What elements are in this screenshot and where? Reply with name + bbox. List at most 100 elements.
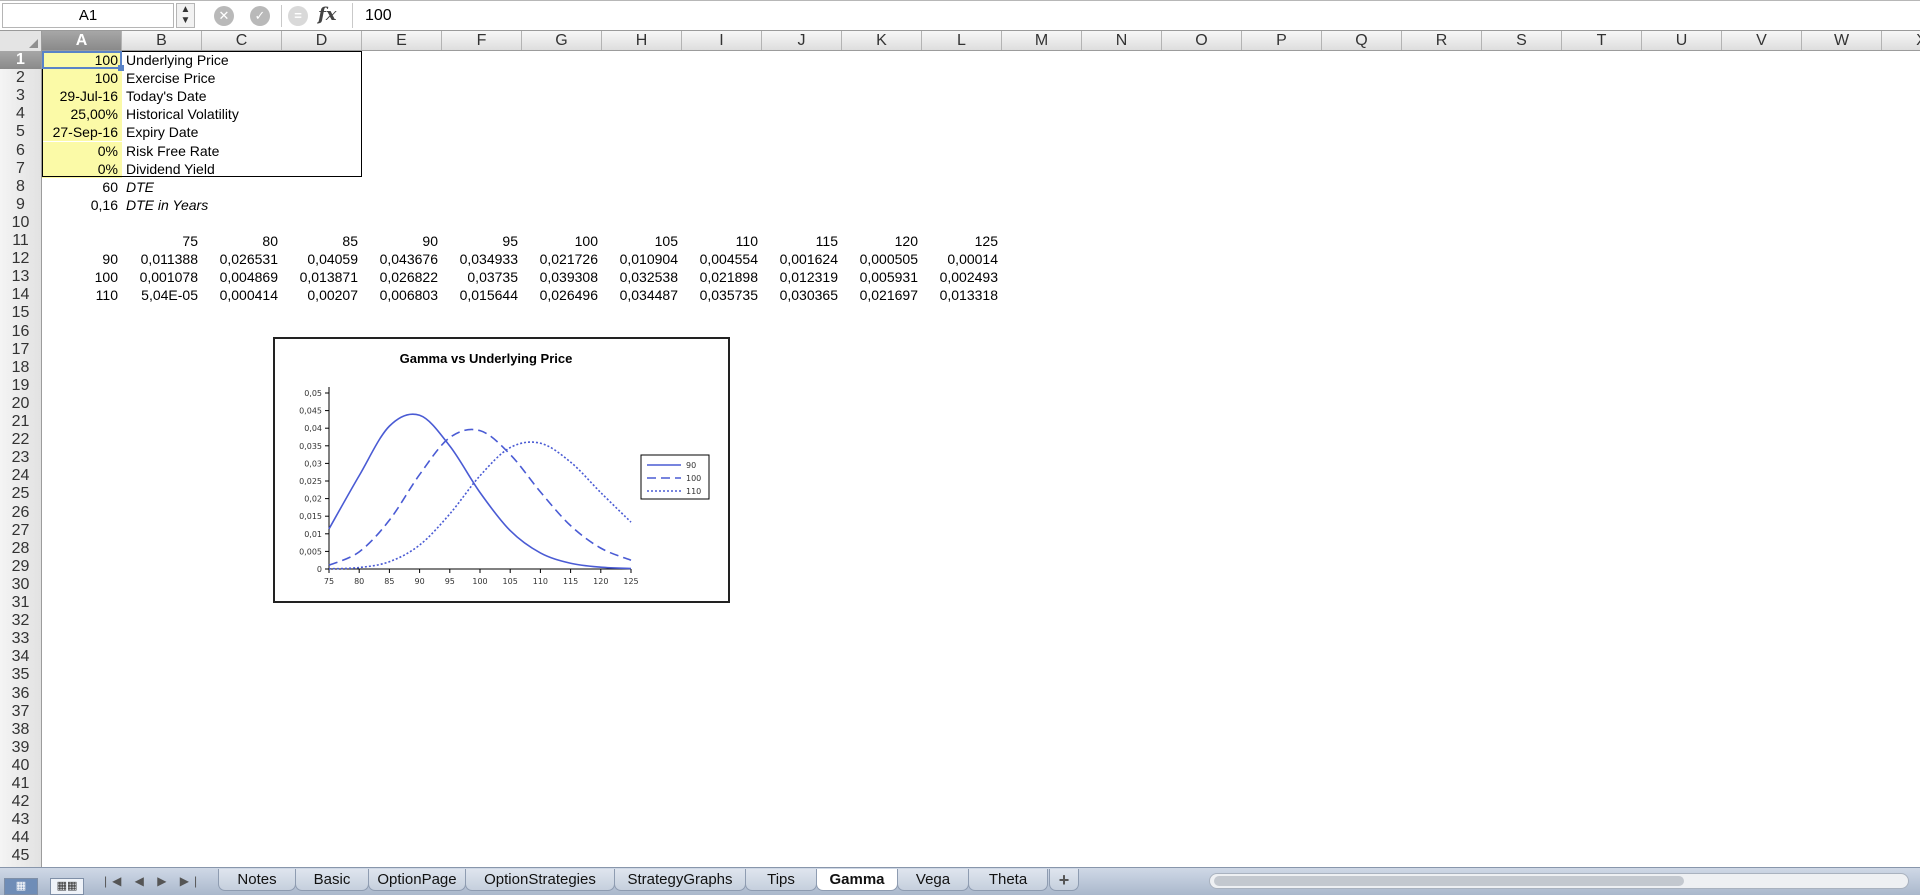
derived-value-cell[interactable]: 0,16: [42, 196, 122, 214]
row-header-43[interactable]: 43: [0, 811, 41, 829]
column-header-d[interactable]: D: [282, 31, 362, 50]
row-header-24[interactable]: 24: [0, 467, 41, 485]
row-header-35[interactable]: 35: [0, 666, 41, 684]
column-header-w[interactable]: W: [1802, 31, 1882, 50]
row-header-27[interactable]: 27: [0, 522, 41, 540]
derived-value-cell[interactable]: 60: [42, 178, 122, 196]
column-header-a[interactable]: A: [42, 31, 122, 50]
fx-icon[interactable]: fx: [318, 4, 336, 25]
row-header-29[interactable]: 29: [0, 558, 41, 576]
row-header-4[interactable]: 4: [0, 105, 41, 123]
column-header-i[interactable]: I: [682, 31, 762, 50]
gamma-value-cell[interactable]: 0,000414: [202, 286, 282, 304]
enter-icon[interactable]: ✓: [250, 6, 270, 26]
strike-header-cell[interactable]: 75: [122, 232, 202, 250]
gamma-value-cell[interactable]: 0,021726: [522, 250, 602, 268]
sheet-tab-notes[interactable]: Notes: [218, 869, 296, 891]
sheet-tab-optionstrategies[interactable]: OptionStrategies: [465, 869, 615, 891]
strike-header-cell[interactable]: 100: [522, 232, 602, 250]
add-sheet-button[interactable]: +: [1049, 869, 1079, 891]
row-header-11[interactable]: 11: [0, 232, 41, 250]
column-header-c[interactable]: C: [202, 31, 282, 50]
column-header-b[interactable]: B: [122, 31, 202, 50]
sheet-tab-optionpage[interactable]: OptionPage: [368, 869, 466, 891]
row-header-32[interactable]: 32: [0, 612, 41, 630]
sheet-nav-arrows[interactable]: |◀ ◀ ▶ ▶|: [104, 871, 214, 891]
row-header-20[interactable]: 20: [0, 395, 41, 413]
page-layout-view-button[interactable]: ▦▦: [50, 878, 84, 895]
column-header-x[interactable]: X: [1882, 31, 1920, 50]
row-header-28[interactable]: 28: [0, 540, 41, 558]
input-value-cell[interactable]: 0%: [42, 159, 122, 178]
fill-handle[interactable]: [118, 65, 124, 71]
gamma-value-cell[interactable]: 0,026496: [522, 286, 602, 304]
column-header-q[interactable]: Q: [1322, 31, 1402, 50]
gamma-chart[interactable]: Gamma vs Underlying Price 0 0,005 0,01 0,015…: [273, 337, 730, 603]
column-header-g[interactable]: G: [522, 31, 602, 50]
gamma-value-cell[interactable]: 0,043676: [362, 250, 442, 268]
gamma-value-cell[interactable]: 0,010904: [602, 250, 682, 268]
gamma-value-cell[interactable]: 0,034487: [602, 286, 682, 304]
row-header-38[interactable]: 38: [0, 721, 41, 739]
price-cell[interactable]: 90: [42, 250, 122, 268]
row-header-19[interactable]: 19: [0, 377, 41, 395]
equals-icon[interactable]: =: [288, 6, 308, 26]
row-header-8[interactable]: 8: [0, 178, 41, 196]
gamma-value-cell[interactable]: 0,035735: [682, 286, 762, 304]
column-header-t[interactable]: T: [1562, 31, 1642, 50]
column-header-p[interactable]: P: [1242, 31, 1322, 50]
row-header-12[interactable]: 12: [0, 250, 41, 268]
strike-header-cell[interactable]: 95: [442, 232, 522, 250]
row-header-6[interactable]: 6: [0, 142, 41, 160]
column-header-u[interactable]: U: [1642, 31, 1722, 50]
row-header-7[interactable]: 7: [0, 160, 41, 178]
cancel-icon[interactable]: ✕: [214, 6, 234, 26]
row-header-21[interactable]: 21: [0, 413, 41, 431]
column-header-m[interactable]: M: [1002, 31, 1082, 50]
row-header-25[interactable]: 25: [0, 485, 41, 503]
row-header-26[interactable]: 26: [0, 504, 41, 522]
strike-header-cell[interactable]: 125: [922, 232, 1002, 250]
input-label-cell[interactable]: Today's Date: [122, 87, 322, 105]
input-value-cell[interactable]: 100: [42, 69, 122, 88]
row-header-15[interactable]: 15: [0, 304, 41, 322]
derived-label-cell[interactable]: DTE: [122, 178, 322, 196]
input-value-cell[interactable]: 29-Jul-16: [42, 87, 122, 106]
gamma-value-cell[interactable]: 0,039308: [522, 268, 602, 286]
column-header-j[interactable]: J: [762, 31, 842, 50]
sheet-tab-vega[interactable]: Vega: [897, 869, 969, 891]
column-header-o[interactable]: O: [1162, 31, 1242, 50]
row-header-36[interactable]: 36: [0, 685, 41, 703]
row-header-18[interactable]: 18: [0, 359, 41, 377]
gamma-value-cell[interactable]: 0,011388: [122, 250, 202, 268]
sheet-tab-theta[interactable]: Theta: [968, 869, 1048, 891]
input-label-cell[interactable]: Risk Free Rate: [122, 142, 322, 160]
sheet-tab-tips[interactable]: Tips: [745, 869, 817, 891]
row-header-37[interactable]: 37: [0, 703, 41, 721]
row-header-34[interactable]: 34: [0, 648, 41, 666]
row-header-14[interactable]: 14: [0, 286, 41, 304]
formula-input[interactable]: 100: [352, 3, 1918, 28]
sheet-tab-strategygraphs[interactable]: StrategyGraphs: [614, 869, 746, 891]
input-label-cell[interactable]: Expiry Date: [122, 123, 322, 141]
gamma-value-cell[interactable]: 0,001624: [762, 250, 842, 268]
name-box-stepper[interactable]: ▲ ▼: [176, 3, 195, 28]
row-header-30[interactable]: 30: [0, 576, 41, 594]
row-header-1[interactable]: 1: [0, 51, 41, 69]
column-header-e[interactable]: E: [362, 31, 442, 50]
sheet-tab-basic[interactable]: Basic: [295, 869, 369, 891]
row-header-39[interactable]: 39: [0, 739, 41, 757]
input-label-cell[interactable]: Dividend Yield: [122, 160, 322, 178]
strike-header-cell[interactable]: 90: [362, 232, 442, 250]
row-header-42[interactable]: 42: [0, 793, 41, 811]
gamma-value-cell[interactable]: 0,04059: [282, 250, 362, 268]
strike-header-cell[interactable]: 110: [682, 232, 762, 250]
horizontal-scrollbar[interactable]: [1209, 873, 1909, 889]
row-header-33[interactable]: 33: [0, 630, 41, 648]
row-header-22[interactable]: 22: [0, 431, 41, 449]
column-header-l[interactable]: L: [922, 31, 1002, 50]
gamma-value-cell[interactable]: 0,026531: [202, 250, 282, 268]
strike-header-cell[interactable]: 105: [602, 232, 682, 250]
input-label-cell[interactable]: Underlying Price: [122, 51, 322, 69]
gamma-value-cell[interactable]: 0,021697: [842, 286, 922, 304]
